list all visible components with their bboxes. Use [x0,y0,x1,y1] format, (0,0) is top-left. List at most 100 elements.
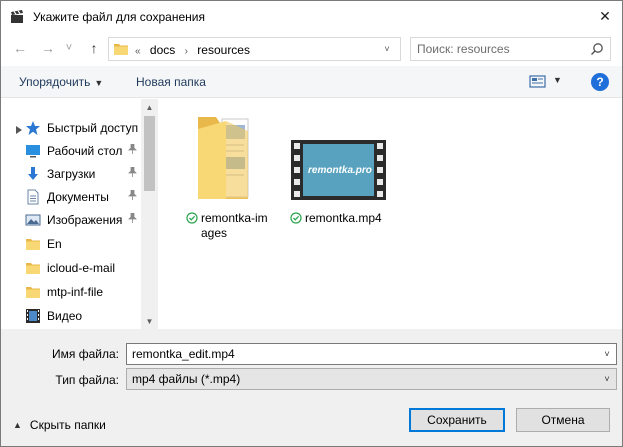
save-file-dialog: Укажите файл для сохранения ✕ ← → ˅ ↑ « … [0,0,623,447]
sidebar-item-documents[interactable]: Документы [25,186,145,208]
search-box[interactable] [410,37,611,61]
chevron-down-icon: ˅ [384,44,390,54]
documents-icon [25,189,41,205]
caret-down-icon: ▼ [94,78,104,88]
recent-locations-button[interactable]: ˅ [63,38,75,58]
breadcrumb-resources[interactable]: resources [197,43,250,57]
filetype-label: Тип файла: [55,373,119,387]
sidebar-item-quick-access[interactable]: Быстрый доступ [25,117,145,139]
sidebar-item-label: icloud-e-mail [47,261,116,275]
hide-folders-label: Скрыть папки [29,418,106,432]
expand-arrow-icon[interactable] [15,126,23,134]
sidebar-item-label: Видео [47,309,83,323]
help-button[interactable]: ? [591,73,609,91]
sidebar-item-en[interactable]: En [25,233,145,255]
sidebar-item-downloads[interactable]: Загрузки [25,163,145,185]
back-button[interactable]: ← [11,38,29,58]
forward-button[interactable]: → [39,38,57,58]
help-icon: ? [596,75,604,89]
cancel-button[interactable]: Отмена [516,408,610,432]
sidebar-item-pictures[interactable]: Изображения [25,209,145,231]
search-input[interactable] [417,41,587,57]
folder-icon [25,260,41,276]
new-folder-label: Новая папка [136,75,206,89]
chevron-right-icon[interactable]: › [185,46,188,57]
up-arrow-icon: ↑ [90,40,98,56]
synced-check-icon [290,212,302,224]
pin-icon[interactable] [128,212,137,226]
address-bar[interactable]: « docs › resources ˅ [108,37,401,61]
breadcrumb-docs[interactable]: docs [150,43,175,57]
filetype-select[interactable]: mp4 файлы (*.mp4) ˅ [126,368,617,390]
pin-icon[interactable] [128,189,137,203]
star-icon [25,120,41,136]
up-button[interactable]: ↑ [85,38,103,58]
sidebar-item-label: Быстрый доступ [47,121,139,135]
filename-dropdown-button[interactable]: ˅ [598,344,616,364]
title-bar: Укажите файл для сохранения ✕ [1,1,622,32]
save-form: Имя файла: ˅ Тип файла: mp4 файлы (*.mp4… [1,329,622,446]
sidebar-item-label: Документы [47,190,109,204]
navigation-bar: ← → ˅ ↑ « docs › resources ˅ [1,34,622,64]
sidebar-item-label: Изображения [47,213,123,227]
file-name: remontka.mp4 [290,211,386,226]
close-button[interactable]: ✕ [588,1,622,31]
organize-menu[interactable]: Упорядочить ▼ [19,75,103,89]
filename-input[interactable] [132,346,592,362]
large-folder-icon [198,117,249,199]
filename-field[interactable]: ˅ [126,343,617,365]
search-icon [590,43,603,56]
folder-icon [114,44,128,55]
window-title: Укажите файл для сохранения [33,10,205,24]
file-name: remontka-images [186,211,282,241]
back-arrow-icon: ← [13,40,27,56]
scroll-up-button[interactable]: ▲ [141,99,158,115]
sidebar-item-label: Рабочий стол [47,144,123,158]
breadcrumb: « docs › resources [135,43,256,57]
file-name-text: remontka.mp4 [305,211,382,225]
sidebar-item-label: Загрузки [47,167,96,181]
chevron-down-icon: ˅ [65,42,73,54]
folder-icon [25,284,41,300]
caret-down-icon: ▼ [553,75,562,85]
address-dropdown-button[interactable]: ˅ [380,41,394,57]
sidebar-item-desktop[interactable]: Рабочий стол [25,140,145,162]
folder-icon [25,236,41,252]
scrollbar-thumb[interactable] [144,116,155,191]
close-icon: ✕ [599,7,611,24]
chevron-down-icon: ˅ [604,374,610,384]
chevron-down-icon: ˅ [604,349,610,359]
filetype-value: mp4 файлы (*.mp4) [132,372,241,386]
hide-folders-button[interactable]: ▲ Скрыть папки [13,418,106,432]
folder-thumbnail [186,107,282,205]
save-button-label: Сохранить [427,413,487,427]
navigation-pane: Быстрый доступ Рабочий стол Загрузки Док… [1,99,157,329]
sidebar-item-mtp-inf-file[interactable]: mtp-inf-file [25,281,145,303]
save-button[interactable]: Сохранить [409,408,505,432]
pin-icon[interactable] [128,166,137,180]
new-folder-button[interactable]: Новая папка [136,75,206,89]
sidebar-item-videos[interactable]: Видео [25,305,145,327]
overflow-chevron-icon[interactable]: « [135,46,141,57]
video-thumbnail-text: remontka.pro [308,165,372,176]
filetype-dropdown-button[interactable]: ˅ [598,369,616,389]
video-thumbnail: remontka.pro [290,107,386,205]
download-icon [25,166,41,182]
file-list: remontka-images remontka.pro remontka.mp… [158,99,622,329]
video-icon [25,308,41,324]
organize-label: Упорядочить [19,75,91,89]
file-name-text: remontka-images [201,211,268,240]
pictures-icon [25,212,41,228]
scroll-up-icon: ▲ [145,102,154,112]
scroll-down-icon: ▼ [145,316,154,326]
change-view-button[interactable]: ▼ [529,73,569,91]
sidebar-item-icloud-e-mail[interactable]: icloud-e-mail [25,257,145,279]
sidebar-scrollbar[interactable]: ▲ ▼ [141,99,158,329]
pin-icon[interactable] [128,143,137,157]
synced-check-icon [186,212,198,224]
command-bar: Упорядочить ▼ Новая папка ▼ ? [1,66,622,98]
scroll-down-button[interactable]: ▼ [141,313,158,329]
video-file-icon [291,140,386,200]
filename-label: Имя файла: [52,347,119,361]
desktop-icon [25,143,41,159]
